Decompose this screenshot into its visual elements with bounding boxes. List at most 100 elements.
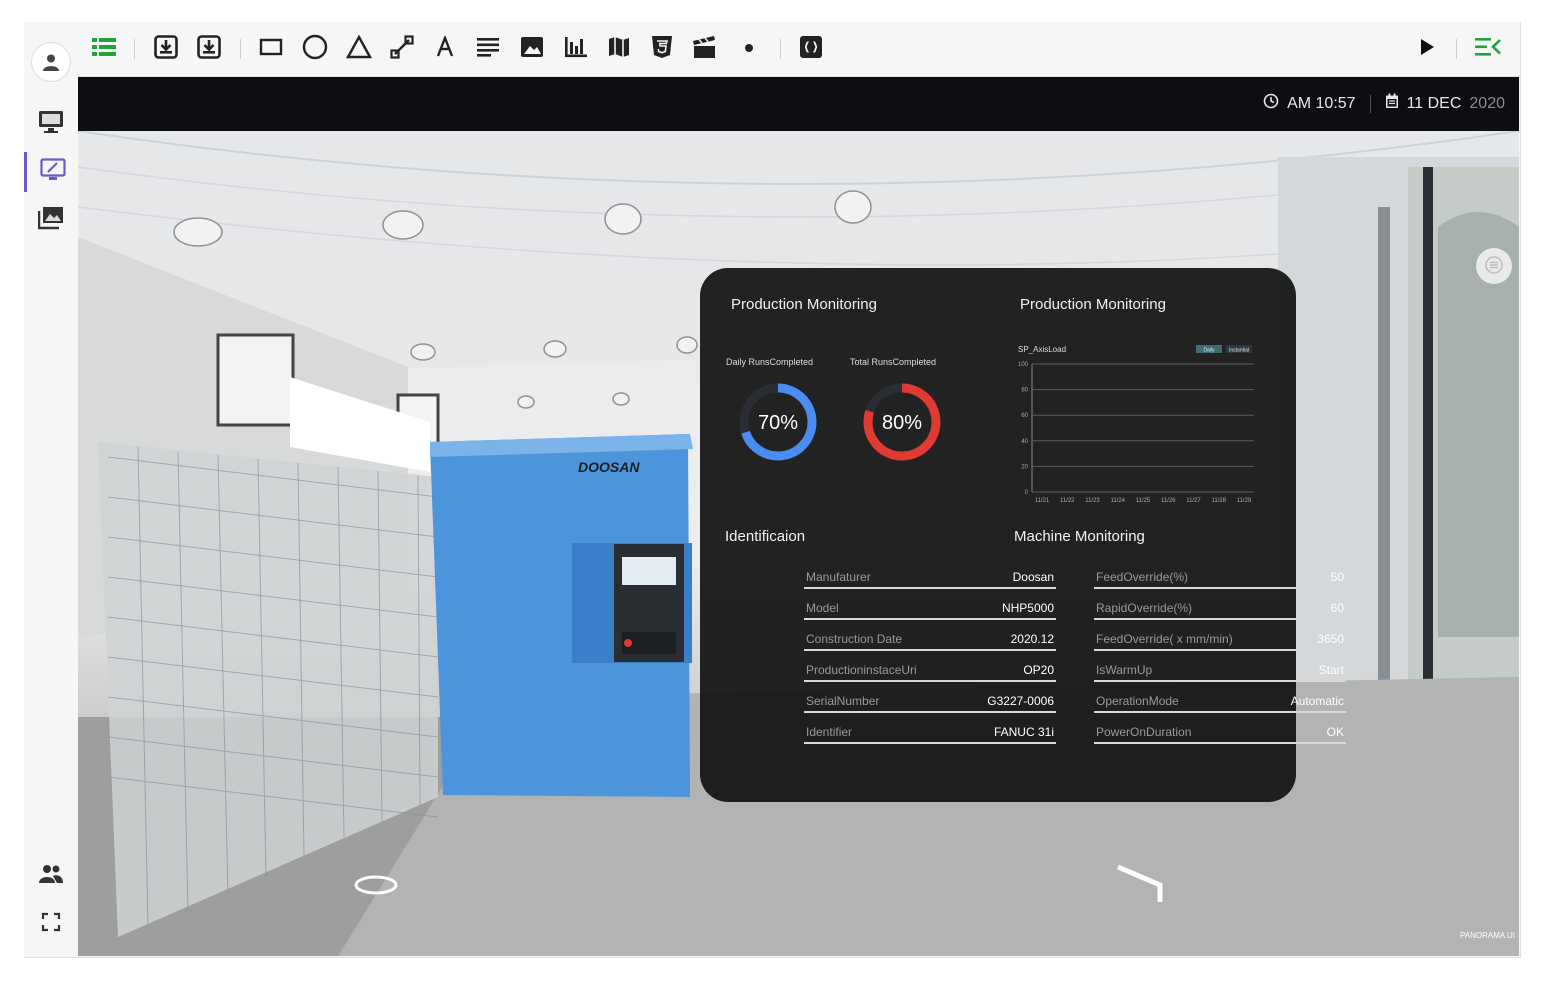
menu-collapse-button[interactable] (1474, 35, 1502, 63)
chart-title: SP_AxisLoad (1018, 345, 1066, 354)
map-tool[interactable] (605, 35, 633, 63)
identification-value: NHP5000 (1001, 601, 1054, 615)
chart-x-tick-label: 11/29 (1237, 498, 1252, 504)
import-button[interactable] (152, 34, 180, 64)
chart-y-tick-label: 20 (1021, 464, 1028, 470)
identification-key: Model (806, 601, 839, 615)
code-button[interactable] (797, 35, 825, 63)
circle-tool[interactable] (301, 34, 329, 63)
user-profile-button[interactable] (24, 40, 78, 84)
monitoring-panel: Production Monitoring Production Monitor… (700, 268, 1346, 802)
machine-monitoring-row: IsWarmUp Start (1094, 652, 1346, 682)
line-icon (390, 34, 414, 64)
list-button[interactable] (90, 35, 118, 63)
export-button[interactable] (195, 34, 223, 64)
sidebar-item-gallery[interactable] (24, 200, 78, 240)
html5-icon (651, 35, 673, 64)
left-sidebar (24, 22, 79, 956)
total-runs-value: 80% (882, 412, 922, 434)
chart-y-tick-label: 100 (1018, 362, 1029, 368)
daily-runs-label: Daily RunsCompleted (726, 357, 814, 367)
machine-monitoring-row: OperationMode Automatic (1094, 683, 1346, 713)
import-icon (154, 34, 178, 64)
machine-monitoring-key: FeedOverride( x mm/min) (1096, 632, 1233, 646)
identification-value: OP20 (1023, 663, 1054, 677)
chart-y-tick-label: 80 (1021, 388, 1028, 394)
text-tool[interactable] (431, 34, 459, 63)
production-monitoring-title-right: Production Monitoring (1020, 296, 1166, 313)
top-toolbar (78, 22, 1519, 77)
machine-monitoring-row: PowerOnDuration OK (1094, 714, 1346, 744)
viewer-header: AM 10:57 11 DEC 2020 (78, 77, 1519, 131)
sidebar-item-edit-screen[interactable] (24, 152, 78, 192)
machine-monitoring-key: PowerOnDuration (1096, 725, 1192, 739)
line-tool[interactable] (388, 34, 416, 64)
image-tool[interactable] (518, 35, 546, 63)
triangle-tool[interactable] (345, 34, 373, 64)
daily-runs-donut: 70% (739, 383, 817, 461)
machine-monitoring-value: 60 (1330, 601, 1344, 615)
machine-monitoring-row: RapidOverride(%) 60 (1094, 590, 1346, 620)
code-icon (799, 35, 823, 64)
machine-monitoring-key: RapidOverride(%) (1096, 601, 1193, 615)
identification-row: ProductioninstaceUri OP20 (804, 652, 1056, 682)
chart-x-tick-label: 11/26 (1161, 498, 1176, 504)
edit-screen-icon (39, 157, 66, 187)
total-runs-label: Total RunsCompleted (850, 357, 937, 367)
machine-monitoring-row: FeedOverride(%) 50 (1094, 559, 1346, 589)
identification-key: SerialNumber (806, 694, 880, 708)
identification-value: G3227-0006 (987, 694, 1054, 708)
video-tool[interactable] (691, 35, 719, 63)
menu-collapse-icon (1475, 37, 1501, 62)
chart-x-tick-label: 11/27 (1186, 498, 1201, 504)
triangle-icon (345, 34, 373, 64)
rectangle-tool[interactable] (257, 35, 285, 63)
monitor-icon (38, 110, 64, 139)
fullscreen-icon (41, 912, 61, 937)
legend-label: Daily (1203, 348, 1215, 354)
user-icon (31, 42, 71, 82)
date-text: 11 DEC (1406, 94, 1462, 112)
fullscreen-button[interactable] (24, 904, 78, 944)
machine-monitoring-row: FeedOverride( x mm/min) 3650 (1094, 621, 1346, 651)
gallery-icon (37, 206, 64, 235)
year-text: 2020 (1469, 94, 1505, 112)
machine-monitoring-value: Start (1318, 663, 1344, 677)
time-text: AM 10:57 (1287, 94, 1356, 112)
identification-value: 2020.12 (1010, 632, 1054, 646)
machine-monitoring-value: 3650 (1317, 632, 1344, 646)
chart-y-tick-label: 40 (1021, 439, 1028, 445)
production-monitoring-title-left: Production Monitoring (731, 296, 877, 313)
bar-chart-tool[interactable] (562, 35, 590, 63)
bar-chart-icon (564, 36, 588, 63)
sidebar-item-team[interactable] (24, 856, 78, 896)
legend-label: Instantial (1229, 348, 1249, 354)
chart-x-tick-label: 11/22 (1060, 498, 1075, 504)
video-icon (692, 35, 718, 64)
identification-value: FANUC 31i (993, 725, 1054, 739)
play-icon (1419, 38, 1435, 61)
identification-row: Model NHP5000 (804, 590, 1056, 620)
identification-row: Construction Date 2020.12 (804, 621, 1056, 651)
chart-y-tick-label: 0 (1025, 490, 1029, 496)
export-icon (197, 34, 221, 64)
machine-monitoring-key: OperationMode (1096, 694, 1179, 708)
text-icon (435, 34, 455, 63)
panorama-viewer[interactable]: DOOSAN PANORAMA UI AM 10:57 11 DEC 2020 … (78, 77, 1519, 956)
sidebar-item-monitor[interactable] (24, 104, 78, 144)
html5-tool[interactable] (648, 35, 676, 63)
play-button[interactable] (1413, 35, 1441, 63)
paragraph-tool[interactable] (474, 35, 502, 63)
sp-axis-load-chart: SP_AxisLoad Daily Instantial 0 20 40 60 80 100… (1018, 345, 1254, 504)
header-divider (1369, 94, 1371, 113)
image-icon (520, 36, 544, 63)
menu-icon (1485, 255, 1503, 279)
dot-tool[interactable] (735, 35, 763, 63)
identification-row: Identifier FANUC 31i (804, 714, 1056, 744)
hotspot-menu-button[interactable] (1480, 253, 1508, 281)
datetime-display: AM 10:57 11 DEC 2020 (1263, 93, 1505, 114)
toolbar-divider (1456, 39, 1457, 59)
dot-icon (744, 40, 754, 58)
identification-key: Construction Date (806, 632, 903, 646)
chart-y-tick-label: 60 (1021, 413, 1028, 419)
